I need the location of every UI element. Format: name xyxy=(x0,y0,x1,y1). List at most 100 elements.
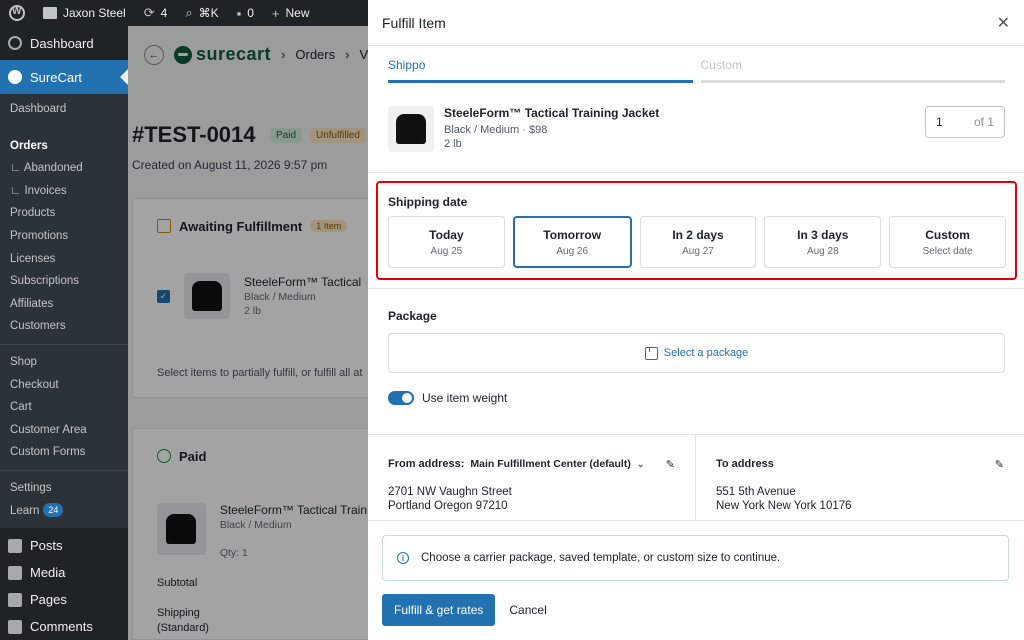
product-name: SteeleForm™ Tactical Training Jacket xyxy=(444,106,660,120)
date-option-in-3-days[interactable]: In 3 days Aug 28 xyxy=(764,216,882,268)
media-icon xyxy=(8,565,22,580)
plus-icon: + xyxy=(271,5,280,21)
date-option-in-2-days[interactable]: In 2 days Aug 27 xyxy=(639,216,757,268)
product-variant-price: Black / Medium · $98 xyxy=(444,124,548,136)
product-info: SteeleForm™ Tactical Training Jacket Bla… xyxy=(444,106,659,156)
notice-text: Choose a carrier package, saved template… xyxy=(421,552,781,564)
sub-customer-area[interactable]: Customer Area xyxy=(0,419,128,442)
sub-licenses[interactable]: Licenses xyxy=(0,248,128,271)
date-option-date: Aug 28 xyxy=(806,245,839,257)
use-item-weight-toggle[interactable] xyxy=(388,391,414,405)
site-name-menu[interactable]: Jaxon Steel xyxy=(34,0,135,26)
to-address-lines: 551 5th Avenue New York New York 10176 xyxy=(716,486,1004,512)
edit-pencil-icon[interactable]: ✎ xyxy=(995,458,1004,471)
fulfill-line-item: SteeleForm™ Tactical Training Jacket Bla… xyxy=(388,106,1005,156)
sub-shop[interactable]: Shop xyxy=(0,351,128,374)
date-option-custom[interactable]: Custom Select date xyxy=(889,216,1006,268)
modal-title: Fulfill Item xyxy=(382,14,446,31)
to-address-line2: New York New York 10176 xyxy=(716,500,852,512)
date-option-label: Today xyxy=(429,227,464,242)
search-icon: ⌕ xyxy=(185,5,193,20)
select-package-label: Select a package xyxy=(663,347,749,359)
sub-subscriptions[interactable]: Subscriptions xyxy=(0,270,128,293)
date-option-date: Select date xyxy=(922,245,973,257)
home-icon xyxy=(43,7,57,19)
edit-pencil-icon[interactable]: ✎ xyxy=(666,458,675,471)
fulfill-item-modal: Fulfill Item ✕ Shippo Custom SteeleForm™… xyxy=(368,0,1024,640)
date-option-label: In 3 days xyxy=(797,227,849,242)
updates-count: 4 xyxy=(160,6,168,20)
info-icon: i xyxy=(397,552,409,564)
from-address-header: From address: Main Fulfillment Center (d… xyxy=(388,458,675,470)
menu-comments-label: Comments xyxy=(30,619,93,635)
comments-menu[interactable]: ▪ 0 xyxy=(228,0,263,26)
carrier-package-notice: i Choose a carrier package, saved templa… xyxy=(382,535,1009,581)
learn-count-badge: 24 xyxy=(43,503,64,518)
package-label: Package xyxy=(388,309,437,323)
search-shortcut: ⌘K xyxy=(198,6,219,20)
product-weight: 2 lb xyxy=(444,138,462,150)
close-icon[interactable]: ✕ xyxy=(997,13,1010,33)
from-address-panel: From address: Main Fulfillment Center (d… xyxy=(368,434,696,520)
comments-count: 0 xyxy=(247,6,254,20)
modal-header: Fulfill Item ✕ xyxy=(368,0,1024,46)
use-item-weight-row: Use item weight xyxy=(388,391,507,405)
sub-products[interactable]: Products xyxy=(0,202,128,225)
to-address-line1: 551 5th Avenue xyxy=(716,486,796,498)
from-address-line1: 2701 NW Vaughn Street xyxy=(388,486,512,498)
sub-promotions[interactable]: Promotions xyxy=(0,225,128,248)
date-option-label: Custom xyxy=(925,227,970,242)
sub-checkout[interactable]: Checkout xyxy=(0,374,128,397)
sub-cart[interactable]: Cart xyxy=(0,396,128,419)
updates-icon: ⟳ xyxy=(143,5,155,20)
tab-shippo[interactable]: Shippo xyxy=(388,58,693,83)
surecart-icon xyxy=(8,70,22,84)
section-divider xyxy=(368,288,1024,289)
use-item-weight-label: Use item weight xyxy=(422,391,508,405)
shipping-date-label: Shipping date xyxy=(388,195,468,209)
from-address-select[interactable]: Main Fulfillment Center (default) xyxy=(470,458,630,470)
tab-custom[interactable]: Custom xyxy=(700,58,1005,83)
from-address-label: From address: xyxy=(388,458,465,470)
wordpress-menu[interactable] xyxy=(0,0,34,26)
select-package-button[interactable]: Select a package xyxy=(388,333,1005,373)
admin-sidebar: Dashboard SureCart Dashboard Orders ∟ Ab… xyxy=(0,26,128,640)
section-divider xyxy=(368,520,1024,521)
chevron-down-icon[interactable]: ⌄ xyxy=(637,459,645,470)
modal-backdrop[interactable] xyxy=(128,26,368,640)
menu-pages[interactable]: Pages xyxy=(0,586,128,613)
menu-surecart[interactable]: SureCart xyxy=(0,60,128,94)
quantity-value: 1 xyxy=(936,115,943,129)
sub-custom-forms[interactable]: Custom Forms xyxy=(0,441,128,464)
sub-invoices[interactable]: ∟ Invoices xyxy=(0,180,128,203)
menu-dashboard-label: Dashboard xyxy=(30,35,94,51)
to-address-header: To address xyxy=(716,458,1004,470)
new-content-menu[interactable]: + New xyxy=(263,0,319,26)
wordpress-logo-icon xyxy=(9,5,25,21)
date-option-tomorrow[interactable]: Tomorrow Aug 26 xyxy=(512,216,632,268)
menu-comments[interactable]: Comments xyxy=(0,613,128,640)
package-icon xyxy=(644,346,658,360)
sub-learn[interactable]: Learn 24 xyxy=(0,500,128,523)
menu-posts[interactable]: Posts xyxy=(0,532,128,559)
sub-affiliates[interactable]: Affiliates xyxy=(0,293,128,316)
sub-dashboard[interactable]: Dashboard xyxy=(0,98,128,121)
menu-media[interactable]: Media xyxy=(0,559,128,586)
search-menu[interactable]: ⌕ ⌘K xyxy=(176,0,227,26)
date-option-today[interactable]: Today Aug 25 xyxy=(388,216,505,268)
updates-menu[interactable]: ⟳ 4 xyxy=(135,0,177,26)
cancel-button[interactable]: Cancel xyxy=(507,603,548,617)
menu-surecart-label: SureCart xyxy=(30,69,83,85)
sub-abandoned[interactable]: ∟ Abandoned xyxy=(0,157,128,180)
sub-settings[interactable]: Settings xyxy=(0,477,128,500)
sub-orders[interactable]: Orders xyxy=(0,135,128,158)
sub-customers[interactable]: Customers xyxy=(0,315,128,338)
quantity-input[interactable]: 1 of 1 xyxy=(925,106,1005,138)
menu-pages-label: Pages xyxy=(30,592,67,608)
fulfill-get-rates-button[interactable]: Fulfill & get rates xyxy=(382,594,496,626)
menu-dashboard[interactable]: Dashboard xyxy=(0,26,128,60)
comment-icon: ▪ xyxy=(236,5,242,21)
date-option-label: In 2 days xyxy=(672,227,724,242)
to-address-panel: To address ✎ 551 5th Avenue New York New… xyxy=(696,434,1024,520)
date-option-date: Aug 25 xyxy=(430,245,463,257)
